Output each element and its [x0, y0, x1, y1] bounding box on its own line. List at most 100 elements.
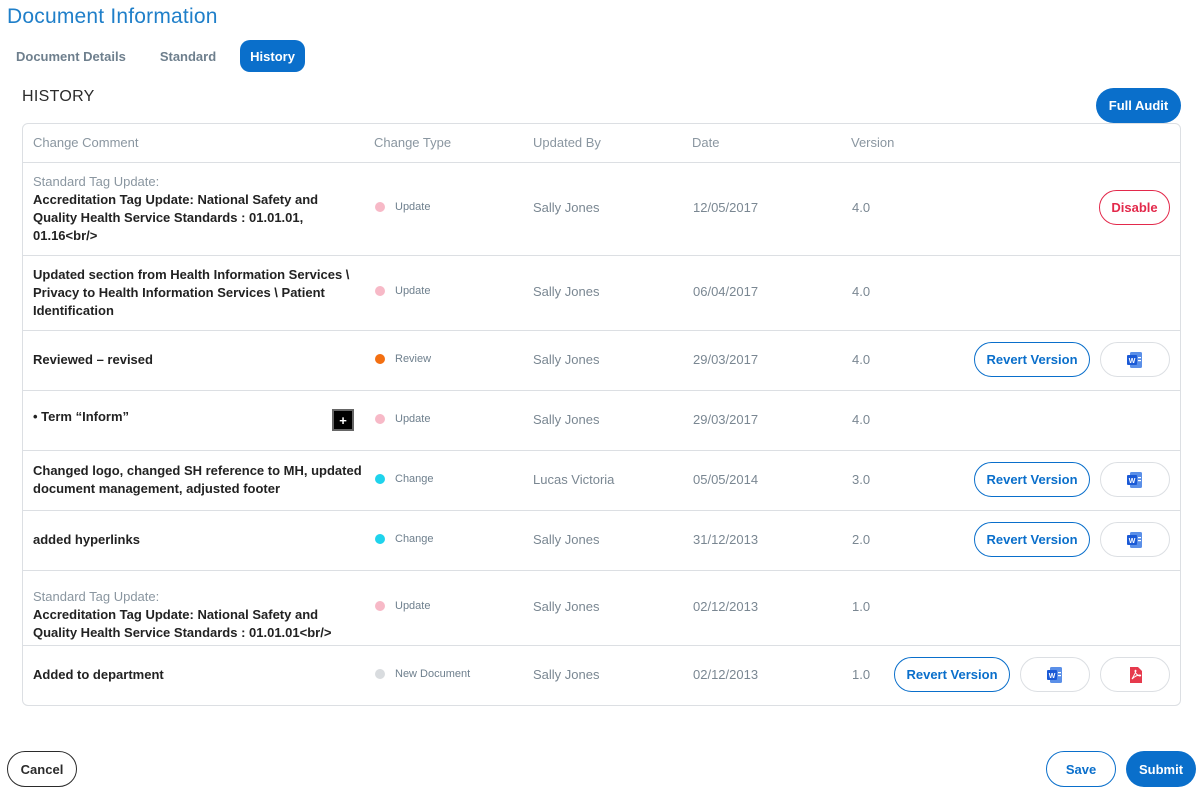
svg-text:W: W [1129, 478, 1136, 485]
change-comment-text: Accreditation Tag Update: National Safet… [33, 607, 332, 640]
change-comment-subtitle: Standard Tag Update: [33, 589, 160, 604]
change-type-dot-icon [375, 354, 385, 364]
word-document-icon: W [1126, 351, 1144, 369]
change-comment: added hyperlinks [33, 531, 363, 549]
change-type: Change [375, 533, 434, 545]
change-comment-text: • Term “Inform” [33, 409, 130, 424]
tab-document-details[interactable]: Document Details [6, 40, 136, 72]
change-type-label: Review [395, 353, 432, 365]
change-comment-text: Accreditation Tag Update: National Safet… [33, 192, 319, 243]
word-document-icon: W [1126, 531, 1144, 549]
full-audit-button[interactable]: Full Audit [1096, 88, 1181, 123]
updated-by: Sally Jones [533, 667, 600, 682]
column-header-date: Date [692, 135, 720, 150]
version: 4.0 [852, 284, 871, 299]
change-comment-text: Changed logo, changed SH reference to MH… [33, 463, 362, 496]
change-type: Update [375, 413, 430, 425]
change-type: New Document [375, 668, 470, 680]
change-type-dot-icon [375, 414, 385, 424]
change-type-dot-icon [375, 601, 385, 611]
change-type-label: New Document [395, 668, 471, 680]
column-header-version: Version [851, 135, 895, 150]
tab-history[interactable]: History [240, 40, 305, 72]
change-comment: Standard Tag Update: Accreditation Tag Up… [33, 173, 363, 245]
change-type-label: Update [395, 600, 431, 612]
revert-version-button[interactable]: Revert Version [974, 522, 1090, 557]
change-comment: • Term “Inform” [33, 408, 363, 426]
date: 12/05/2017 [693, 200, 759, 215]
tab-standard[interactable]: Standard [150, 40, 226, 72]
version: 4.0 [852, 352, 871, 367]
disable-button[interactable]: Disable [1099, 190, 1170, 225]
date: 29/03/2017 [693, 412, 759, 427]
change-comment: Reviewed – revised [33, 351, 363, 369]
updated-by: Sally Jones [533, 284, 600, 299]
table-row: added hyperlinks Change Sally Jones 31/12/2… [23, 511, 1180, 571]
change-comment-subtitle: Standard Tag Update: [33, 174, 160, 189]
change-comment-text: added hyperlinks [33, 532, 140, 547]
change-type-label: Update [395, 413, 431, 425]
table-row: Added to department New Document Sally Jon… [23, 646, 1180, 706]
version: 2.0 [852, 532, 871, 547]
version: 4.0 [852, 200, 871, 215]
updated-by: Sally Jones [533, 352, 600, 367]
cancel-button[interactable]: Cancel [7, 751, 77, 787]
table-row: Reviewed – revised Review Sally Jones 29/03… [23, 331, 1180, 391]
svg-text:W: W [1129, 358, 1136, 365]
table-header: Change Comment Change Type Updated By Da… [23, 124, 1180, 163]
table-row: Standard Tag Update: Accreditation Tag Up… [23, 571, 1180, 646]
history-table: Change Comment Change Type Updated By Da… [22, 123, 1181, 706]
date: 05/05/2014 [693, 472, 759, 487]
column-header-change-type: Change Type [374, 135, 452, 150]
change-type-label: Update [395, 285, 431, 297]
updated-by: Sally Jones [533, 532, 600, 547]
change-type-dot-icon [375, 474, 385, 484]
download-pdf-button[interactable] [1100, 657, 1170, 692]
download-word-button[interactable]: W [1100, 462, 1170, 497]
column-header-updated-by: Updated By [533, 135, 601, 150]
expand-icon[interactable]: + [332, 409, 354, 431]
download-word-button[interactable]: W [1100, 342, 1170, 377]
change-type: Update [375, 600, 430, 612]
save-button[interactable]: Save [1046, 751, 1116, 787]
version: 4.0 [852, 412, 871, 427]
date: 06/04/2017 [693, 284, 759, 299]
change-type-dot-icon [375, 534, 385, 544]
revert-version-button[interactable]: Revert Version [974, 342, 1090, 377]
version: 3.0 [852, 472, 871, 487]
svg-text:W: W [1129, 538, 1136, 545]
svg-text:W: W [1049, 673, 1056, 680]
change-type: Update [375, 201, 430, 213]
date: 29/03/2017 [693, 352, 759, 367]
change-type-label: Change [395, 473, 434, 485]
table-row: Updated section from Health Information … [23, 256, 1180, 331]
submit-button[interactable]: Submit [1126, 751, 1196, 787]
change-type-dot-icon [375, 202, 385, 212]
version: 1.0 [852, 599, 871, 614]
revert-version-button[interactable]: Revert Version [894, 657, 1010, 692]
change-type-label: Change [395, 533, 434, 545]
word-document-icon: W [1046, 666, 1064, 684]
history-heading: HISTORY [22, 88, 95, 105]
change-comment: Added to department [33, 666, 363, 684]
column-header-change-comment: Change Comment [33, 135, 139, 150]
change-type: Change [375, 473, 434, 485]
tab-bar: Document Details Standard History [6, 40, 319, 72]
download-word-button[interactable]: W [1020, 657, 1090, 692]
change-comment-text: Reviewed – revised [33, 352, 153, 367]
table-row: • Term “Inform” + Update Sally Jones 29/03/2… [23, 391, 1180, 451]
table-row: Changed logo, changed SH reference to MH… [23, 451, 1180, 511]
change-comment: Changed logo, changed SH reference to MH… [33, 462, 363, 498]
download-word-button[interactable]: W [1100, 522, 1170, 557]
date: 31/12/2013 [693, 532, 759, 547]
updated-by: Sally Jones [533, 412, 600, 427]
change-type: Review [375, 353, 431, 365]
date: 02/12/2013 [693, 667, 759, 682]
updated-by: Lucas Victoria [533, 472, 615, 487]
date: 02/12/2013 [693, 599, 759, 614]
change-type: Update [375, 285, 430, 297]
change-comment-text: Updated section from Health Information … [33, 267, 350, 318]
change-type-label: Update [395, 201, 431, 213]
change-comment: Standard Tag Update: Accreditation Tag Up… [33, 588, 363, 642]
revert-version-button[interactable]: Revert Version [974, 462, 1090, 497]
